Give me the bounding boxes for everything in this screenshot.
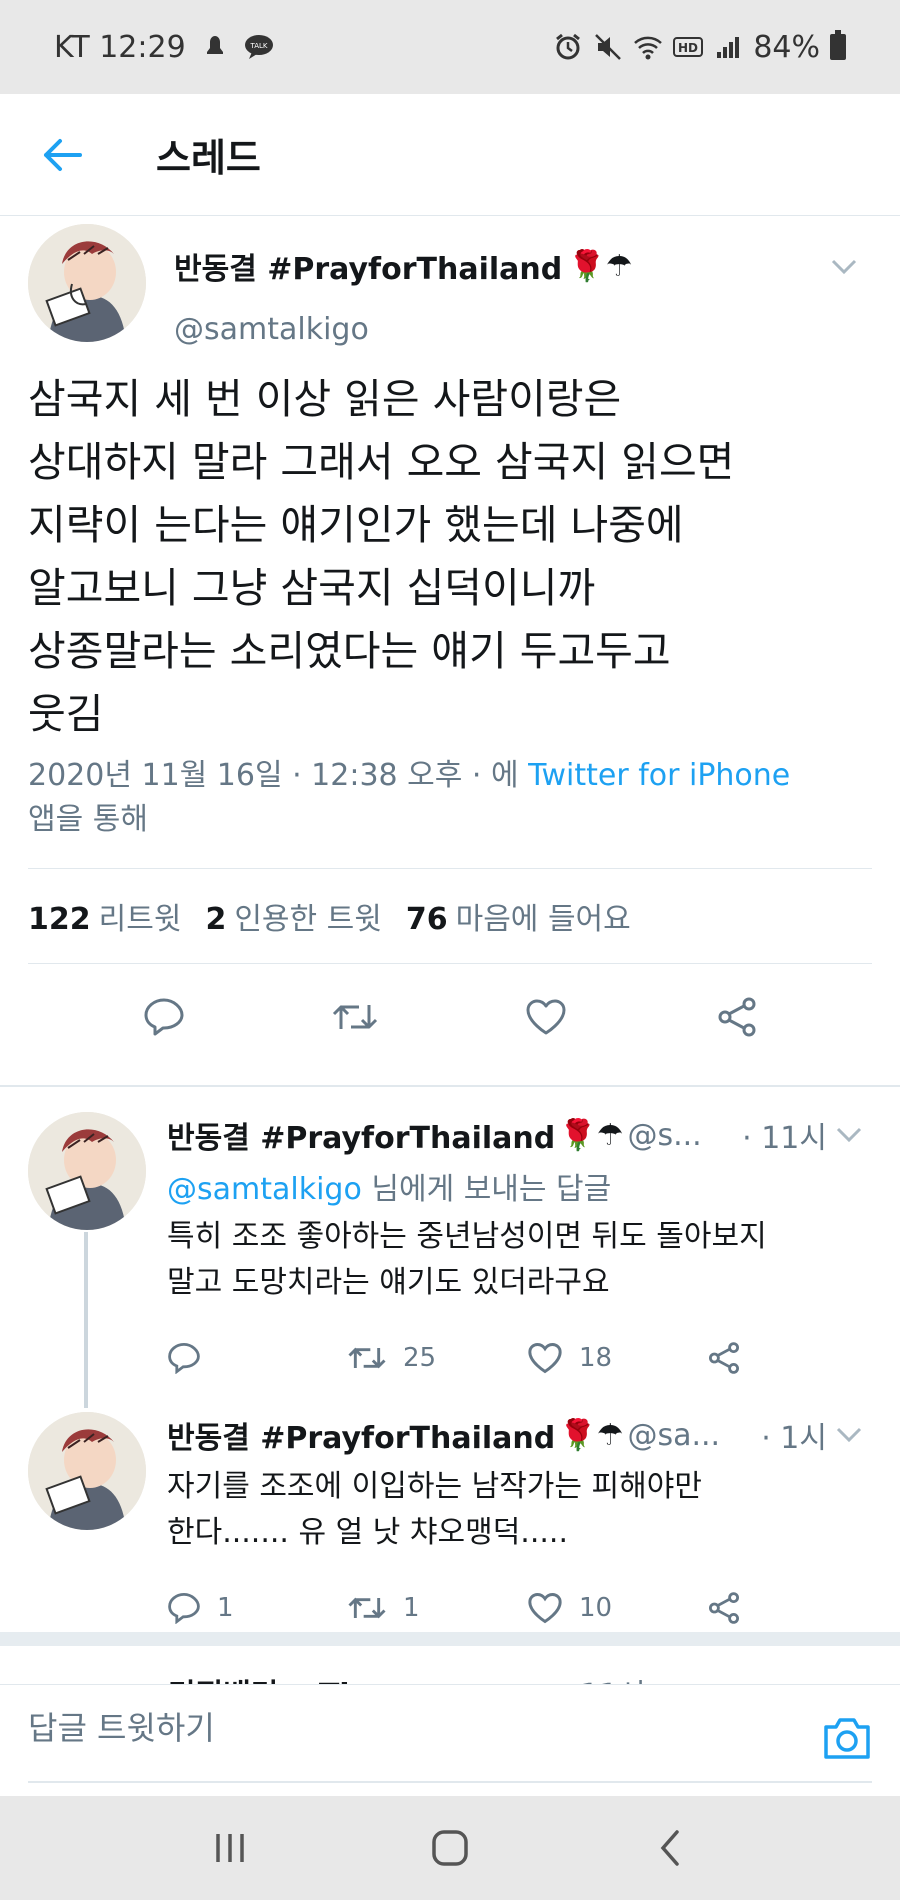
share-icon — [709, 1592, 739, 1624]
like-stat[interactable]: 76 마음에 들어요 — [406, 894, 631, 938]
display-name[interactable]: 반동결 #PrayforThailand 🌹☂ — [174, 244, 632, 288]
thread-line — [84, 1232, 88, 1408]
carrier-time: KT 12:29 — [54, 29, 186, 65]
retweet-icon — [348, 1347, 386, 1369]
reply-to: @samtalkigo 님에게 보내는 답글 — [167, 1172, 612, 1207]
like-icon — [528, 1343, 562, 1374]
source-suffix: 앱을 통해 — [28, 802, 148, 837]
avatar[interactable] — [28, 224, 146, 342]
chevron-down-icon[interactable] — [831, 1120, 867, 1150]
battery-icon — [830, 30, 846, 60]
chevron-down-icon[interactable] — [831, 1420, 867, 1450]
camera-icon[interactable] — [822, 1715, 872, 1761]
timestamp: 2020년 11월 16일 · 12:38 오후 · 에 — [28, 758, 519, 793]
compose-bar: 답글 트윗하기 — [0, 1684, 900, 1796]
tweet-actions — [28, 964, 872, 1070]
system-nav-bar — [0, 1796, 900, 1900]
like-button[interactable]: 18 — [527, 1342, 707, 1374]
handle[interactable]: @s... — [627, 1118, 701, 1153]
share-button[interactable] — [707, 1342, 767, 1374]
tweet-text: 삼국지 세 번 이상 읽은 사람이랑은 상대하지 말라 그래서 오오 삼국지 읽… — [28, 375, 735, 738]
reply-icon[interactable] — [140, 993, 188, 1041]
signal-icon — [713, 32, 743, 62]
source-link[interactable]: Twitter for iPhone — [528, 758, 790, 793]
display-name[interactable]: 반동결 #PrayforThailand — [167, 1113, 555, 1157]
talk-icon: TALK — [244, 32, 274, 62]
reply-button[interactable] — [167, 1342, 347, 1374]
chevron-down-icon[interactable] — [824, 252, 864, 282]
peek-time: 11시 — [580, 1670, 646, 1684]
avatar[interactable] — [28, 1112, 146, 1230]
retweet-icon[interactable] — [331, 993, 379, 1041]
avatar[interactable] — [28, 1412, 146, 1530]
share-icon — [709, 1342, 739, 1374]
timestamp: · 1시 — [761, 1421, 827, 1456]
tweet-meta: 2020년 11월 16일 · 12:38 오후 · 에 Twitter for… — [28, 754, 872, 842]
home-icon[interactable] — [420, 1818, 480, 1878]
back-icon[interactable] — [640, 1818, 700, 1878]
status-bar: KT 12:29 TALK HD 84% — [0, 0, 900, 94]
reply-icon — [168, 1592, 200, 1624]
mute-icon — [593, 32, 623, 62]
reply-button[interactable]: 1 — [167, 1592, 347, 1624]
display-name[interactable]: 반동결 #PrayforThailand — [167, 1413, 555, 1457]
like-icon[interactable] — [522, 993, 570, 1041]
retweet-button[interactable]: 1 — [347, 1593, 527, 1623]
section-divider — [0, 1632, 900, 1646]
hd-icon: HD — [673, 32, 704, 62]
retweet-icon — [348, 1597, 386, 1619]
handle[interactable]: @sa... — [627, 1418, 720, 1453]
retweet-button[interactable]: 25 — [347, 1343, 527, 1373]
emoji-badges: 🌹☂ — [568, 248, 633, 284]
share-button[interactable] — [707, 1592, 767, 1624]
reply-actions: 25 18 — [167, 1336, 867, 1380]
back-arrow-icon[interactable] — [30, 123, 94, 187]
svg-text:HD: HD — [678, 41, 698, 55]
handle[interactable]: @samtalkigo — [174, 312, 632, 347]
page-title: 스레드 — [156, 136, 261, 180]
like-icon — [528, 1593, 562, 1624]
reply-actions: 1 1 10 — [167, 1586, 867, 1630]
reply-text: 특히 조조 좋아하는 중년남성이면 뒤도 돌아보지 말고 도망치라는 얘기도 있… — [167, 1219, 767, 1300]
timestamp: · 11시 — [742, 1121, 827, 1156]
next-reply-peek[interactable]: 리픽배리 @Ti 11시 — [0, 1650, 900, 1684]
section-divider — [0, 1085, 900, 1087]
reply-input[interactable]: 답글 트윗하기 — [28, 1703, 215, 1749]
reply-icon — [168, 1342, 200, 1374]
wifi-icon — [633, 32, 663, 62]
retweet-stat[interactable]: 122 리트윗 — [28, 894, 181, 938]
like-button[interactable]: 10 — [527, 1592, 707, 1624]
peek-name: 리픽배리 @Ti — [168, 1670, 350, 1684]
battery-percent: 84% — [753, 29, 820, 65]
reply-text: 자기를 조조에 이입하는 남작가는 피해야만 한다....... 유 얼 낫 챠… — [167, 1469, 702, 1550]
tweet-stats: 122 리트윗 2 인용한 트윗 76 마음에 들어요 — [28, 869, 872, 963]
emoji-badges: 🌹☂ — [559, 1117, 624, 1153]
share-icon[interactable] — [713, 993, 761, 1041]
svg-text:TALK: TALK — [249, 42, 267, 50]
recent-apps-icon[interactable] — [200, 1818, 260, 1878]
mention-link[interactable]: @samtalkigo — [167, 1172, 362, 1207]
quote-stat[interactable]: 2 인용한 트윗 — [205, 894, 381, 938]
header: 스레드 — [0, 94, 900, 216]
emoji-badges: 🌹☂ — [559, 1417, 624, 1453]
main-tweet: 반동결 #PrayforThailand 🌹☂ @samtalkigo 삼국지 … — [0, 216, 900, 1070]
alarm-icon — [553, 32, 583, 62]
notification-icon — [200, 32, 230, 62]
